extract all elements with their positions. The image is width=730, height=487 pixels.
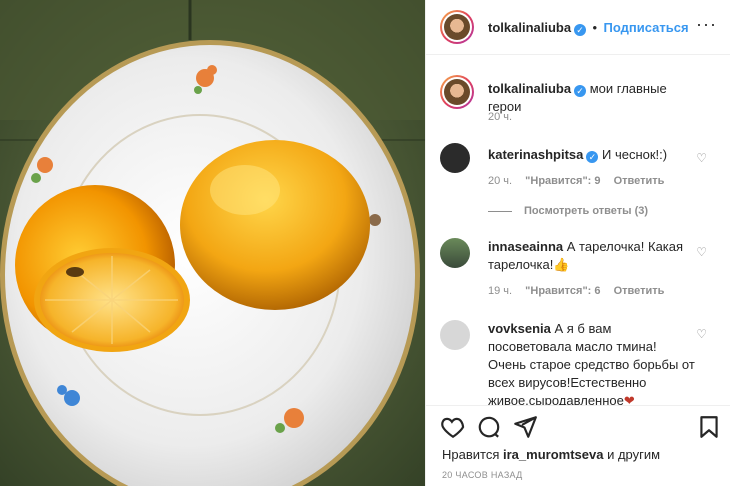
view-replies-button[interactable]: Посмотреть ответы (3) xyxy=(488,205,648,217)
heart-icon[interactable]: ♡ xyxy=(696,245,707,259)
comment-username[interactable]: vovksenia xyxy=(488,321,551,336)
follow-button[interactable]: Подписаться xyxy=(604,20,689,35)
post-timestamp: 20 ЧАСОВ НАЗАД xyxy=(442,470,523,480)
divider-line xyxy=(488,210,512,212)
verified-icon: ✓ xyxy=(574,24,587,36)
reply-button[interactable]: Ответить xyxy=(614,175,665,187)
author-username[interactable]: tolkalinaliuba xyxy=(488,20,571,35)
verified-icon: ✓ xyxy=(586,151,599,163)
side-panel: tolkalinaliuba ✓ • Подписаться ··· tolkal… xyxy=(425,0,730,486)
post-view: tolkalinaliuba ✓ • Подписаться ··· tolkal… xyxy=(0,0,730,486)
action-bar: Нравится ira_muromtseva и другим 20 ЧАСО… xyxy=(426,405,730,487)
comments-list: tolkalinaliuba ✓ мои главные герои 20 ч. … xyxy=(426,55,730,405)
comment-avatar[interactable] xyxy=(440,238,470,268)
comment-avatar[interactable] xyxy=(440,320,470,350)
comment-likes[interactable]: "Нравится": 6 xyxy=(525,285,600,297)
comment-meta: 20 ч. "Нравится": 9 Ответить xyxy=(488,175,674,187)
heart-icon[interactable]: ♡ xyxy=(696,151,707,165)
bookmark-icon[interactable] xyxy=(696,414,722,440)
verified-icon: ✓ xyxy=(574,85,587,97)
heart-icon[interactable]: ♡ xyxy=(696,327,707,341)
author-avatar[interactable] xyxy=(440,10,474,44)
caption-username[interactable]: tolkalinaliuba xyxy=(488,81,571,96)
share-icon[interactable] xyxy=(512,414,538,440)
author-info: tolkalinaliuba ✓ • Подписаться xyxy=(488,19,689,37)
photo-lemons-on-plate xyxy=(0,0,425,486)
comment-body: И чеснок!:) xyxy=(602,147,668,162)
caption-time: 20 ч. xyxy=(488,111,513,123)
more-icon[interactable]: ··· xyxy=(696,14,717,35)
comment-icon[interactable] xyxy=(476,414,502,440)
likes-summary[interactable]: Нравится ira_muromtseva и другим xyxy=(442,447,660,462)
comment-time: 19 ч. xyxy=(488,285,513,297)
comment-likes[interactable]: "Нравится": 9 xyxy=(525,175,600,187)
heart-icon[interactable] xyxy=(440,414,466,440)
thumbs-up-icon: 👍 xyxy=(553,257,570,272)
comment-text: katerinashpitsa ✓ И чеснок!:) xyxy=(488,146,698,164)
comment-time: 20 ч. xyxy=(488,175,513,187)
post-header: tolkalinaliuba ✓ • Подписаться ··· xyxy=(426,0,730,55)
comment-meta: 19 ч. "Нравится": 6 Ответить xyxy=(488,285,674,297)
caption-avatar[interactable] xyxy=(440,75,474,109)
whole-lemon xyxy=(180,140,370,310)
comment-username[interactable]: katerinashpitsa xyxy=(488,147,583,162)
post-photo[interactable] xyxy=(0,0,425,486)
separator-dot: • xyxy=(592,20,598,35)
reply-button[interactable]: Ответить xyxy=(614,285,665,297)
heart-emoji-icon: ❤ xyxy=(623,393,635,405)
comment-text: innaseainna А тарелочка! Какая тарелочка… xyxy=(488,238,698,274)
likes-user-link[interactable]: ira_muromtseva xyxy=(503,447,603,462)
comment-username[interactable]: innaseainna xyxy=(488,239,563,254)
comment-text: vovksenia А я б вам посоветовала масло т… xyxy=(488,320,698,405)
comment-avatar[interactable] xyxy=(440,143,470,173)
